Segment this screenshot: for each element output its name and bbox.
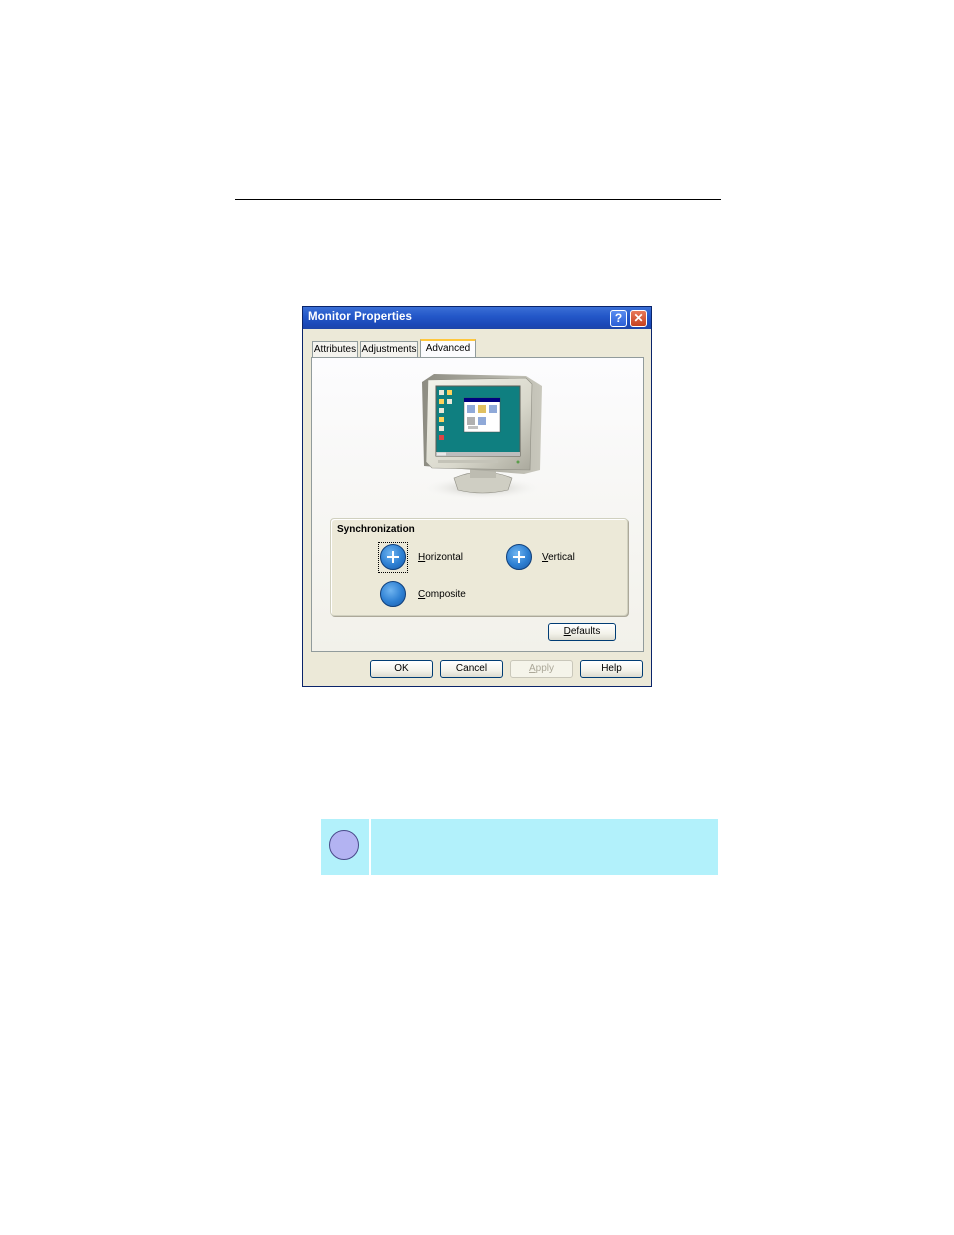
tab-advanced[interactable]: Advanced: [420, 339, 476, 357]
note-box: [321, 819, 718, 875]
horizontal-sync-label[interactable]: Horizontal: [418, 552, 463, 563]
tab-adjustments[interactable]: Adjustments: [360, 341, 418, 357]
apply-button[interactable]: Apply: [510, 660, 573, 678]
help-button[interactable]: Help: [580, 660, 643, 678]
vertical-sync-label[interactable]: Vertical: [542, 552, 575, 563]
title-bar[interactable]: Monitor Properties ? ✕: [303, 307, 651, 329]
horizontal-sync-icon[interactable]: [380, 544, 406, 570]
composite-sync-icon[interactable]: [380, 581, 406, 607]
note-icon-cell: [321, 819, 371, 875]
synchronization-label: Synchronization: [337, 524, 415, 535]
help-title-button[interactable]: ?: [610, 310, 627, 327]
close-button[interactable]: ✕: [630, 310, 647, 327]
defaults-button[interactable]: Defaults: [548, 623, 616, 641]
monitor-illustration: [420, 374, 544, 500]
header-rule: [235, 199, 721, 200]
composite-sync-label[interactable]: Composite: [418, 589, 466, 600]
monitor-properties-dialog: Monitor Properties ? ✕ Attributes Adjust…: [302, 306, 652, 687]
vertical-sync-icon[interactable]: [506, 544, 532, 570]
synchronization-group: Synchronization Horizontal Vertical Comp…: [330, 518, 628, 616]
tab-attributes[interactable]: Attributes: [312, 341, 358, 357]
dialog-title: Monitor Properties: [308, 311, 413, 323]
advanced-tab-panel: Synchronization Horizontal Vertical Comp…: [311, 357, 644, 652]
cancel-button[interactable]: Cancel: [440, 660, 503, 678]
ok-button[interactable]: OK: [370, 660, 433, 678]
note-icon: [329, 830, 359, 860]
